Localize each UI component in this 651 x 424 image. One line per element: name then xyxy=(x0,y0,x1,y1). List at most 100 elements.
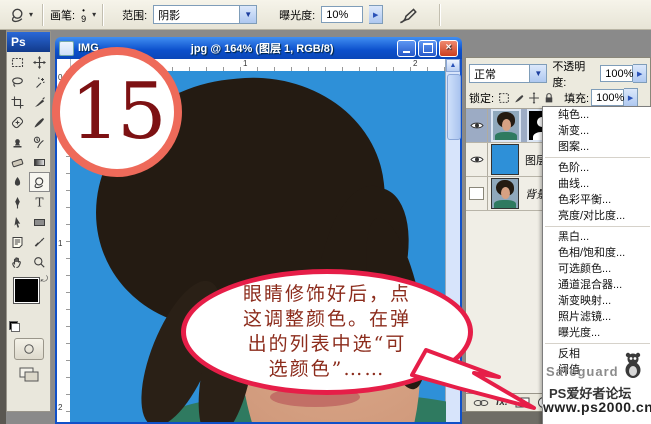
slice-icon xyxy=(33,96,46,109)
layer-thumbnail[interactable] xyxy=(491,144,519,175)
notes-tool[interactable] xyxy=(7,232,29,252)
brush-dropdown-arrow-icon[interactable]: ▾ xyxy=(92,10,96,19)
menu-item-brightness-contrast[interactable]: 亮度/对比度... xyxy=(543,208,651,224)
close-button[interactable]: × xyxy=(439,40,458,57)
default-colors-icon[interactable] xyxy=(9,321,20,332)
fill-spinner[interactable]: ▶ xyxy=(624,88,638,107)
visibility-cell[interactable] xyxy=(466,109,488,142)
path-select-tool[interactable] xyxy=(7,212,29,232)
visibility-cell[interactable] xyxy=(466,143,488,176)
menu-item-black-white[interactable]: 黑白... xyxy=(543,229,651,245)
foreground-color-swatch[interactable] xyxy=(14,278,39,303)
history-brush-tool[interactable] xyxy=(29,132,51,152)
exposure-spinner[interactable]: ▶ xyxy=(369,5,383,24)
scroll-up-icon[interactable]: ▲ xyxy=(446,59,460,72)
opacity-value: 100% xyxy=(605,68,633,80)
bubble-line: 选颜色”…… xyxy=(269,357,386,382)
default-bg xyxy=(11,323,20,332)
hand-tool[interactable] xyxy=(7,252,29,272)
blend-mode-row: 正常 ▼ 不透明度: 100% ▶ xyxy=(469,64,647,83)
fill-value: 100% xyxy=(596,92,624,104)
blend-mode-select[interactable]: 正常 ▼ xyxy=(469,64,547,83)
hand-icon xyxy=(11,256,24,269)
screen-mode-button[interactable] xyxy=(17,366,41,384)
blur-tool[interactable] xyxy=(7,172,29,192)
menu-item-color-balance[interactable]: 色彩平衡... xyxy=(543,192,651,208)
range-select[interactable]: 阴影 ▼ xyxy=(153,5,257,24)
lock-transparency-icon[interactable] xyxy=(498,92,510,104)
magic-wand-tool[interactable] xyxy=(29,72,51,92)
menu-item-selective-color[interactable]: 可选颜色... xyxy=(543,261,651,277)
thumbnail-face xyxy=(501,187,510,199)
menu-item-gradient-map[interactable]: 渐变映射... xyxy=(543,293,651,309)
tool-grid: T xyxy=(7,52,50,272)
options-bar: ▾ 画笔: • 9 ▾ 范围: 阴影 ▼ 曝光度: 10% ▶ xyxy=(0,0,651,30)
toolbox-header[interactable]: Ps xyxy=(7,32,50,52)
menu-item-exposure[interactable]: 曝光度... xyxy=(543,325,651,341)
pen-icon xyxy=(11,196,24,209)
lasso-tool[interactable] xyxy=(7,72,29,92)
burn-tool[interactable] xyxy=(29,172,51,192)
layer-thumbnail[interactable] xyxy=(491,109,521,142)
menu-item-pattern[interactable]: 图案... xyxy=(543,139,651,155)
menu-item-gradient[interactable]: 渐变... xyxy=(543,123,651,139)
menu-separator xyxy=(545,343,650,344)
opacity-input[interactable]: 100% xyxy=(600,65,633,82)
blend-mode-value: 正常 xyxy=(474,66,496,82)
exposure-value: 10% xyxy=(326,9,348,21)
move-tool[interactable] xyxy=(29,52,51,72)
layer-thumbnail[interactable] xyxy=(491,178,519,209)
marquee-tool[interactable] xyxy=(7,52,29,72)
eyedropper-tool[interactable] xyxy=(29,232,51,252)
tool-dropdown-arrow-icon: ▾ xyxy=(29,10,33,19)
blur-icon xyxy=(11,176,24,189)
healing-brush-tool[interactable] xyxy=(7,112,29,132)
burn-tool-icon xyxy=(9,7,27,23)
airbrush-icon[interactable] xyxy=(397,6,419,24)
pen-tool[interactable] xyxy=(7,192,29,212)
ruler-number: 2 xyxy=(413,59,417,68)
brush-preview[interactable]: • 9 xyxy=(81,7,86,23)
menu-item-channel-mixer[interactable]: 通道混合器... xyxy=(543,277,651,293)
shape-tool[interactable] xyxy=(29,212,51,232)
menu-separator xyxy=(545,157,650,158)
hidden-eye-checkbox[interactable] xyxy=(469,187,484,200)
visibility-cell[interactable] xyxy=(466,177,488,210)
lock-pixels-icon[interactable] xyxy=(513,92,525,104)
type-tool[interactable]: T xyxy=(29,192,51,212)
fill-label: 填充: xyxy=(564,90,589,106)
lock-all-icon[interactable] xyxy=(543,92,555,104)
combo-arrow-icon: ▼ xyxy=(529,65,546,82)
menu-item-hue-saturation[interactable]: 色相/饱和度... xyxy=(543,245,651,261)
zoom-tool[interactable] xyxy=(29,252,51,272)
swap-colors-icon[interactable]: ⤾ xyxy=(41,274,49,285)
scrollbar-thumb[interactable] xyxy=(447,74,461,140)
notes-icon xyxy=(11,236,24,249)
bubble-line: 眼睛修饰好后，点 xyxy=(243,282,411,307)
gradient-tool[interactable] xyxy=(29,152,51,172)
lock-position-icon[interactable] xyxy=(528,92,540,104)
fill-input[interactable]: 100% xyxy=(591,89,624,106)
burn-icon xyxy=(33,176,46,189)
minimize-button[interactable] xyxy=(397,40,416,57)
maximize-button[interactable] xyxy=(418,40,437,57)
opacity-label: 不透明度: xyxy=(552,58,598,90)
slice-tool[interactable] xyxy=(29,92,51,112)
opacity-spinner[interactable]: ▶ xyxy=(633,64,647,83)
crop-tool[interactable] xyxy=(7,92,29,112)
menu-item-solid-color[interactable]: 纯色... xyxy=(543,107,651,123)
brush-tool[interactable] xyxy=(29,112,51,132)
current-tool-button[interactable]: ▾ xyxy=(6,4,36,26)
combo-arrow-icon: ▼ xyxy=(239,6,256,23)
clone-stamp-tool[interactable] xyxy=(7,132,29,152)
exposure-input[interactable]: 10% xyxy=(321,6,363,23)
eraser-tool[interactable] xyxy=(7,152,29,172)
quick-mask-button[interactable] xyxy=(14,338,44,360)
ps-logo: Ps xyxy=(11,35,26,49)
menu-item-photo-filter[interactable]: 照片滤镜... xyxy=(543,309,651,325)
menu-item-curves[interactable]: 曲线... xyxy=(543,176,651,192)
magic-wand-icon xyxy=(33,76,46,89)
lasso-icon xyxy=(11,76,24,89)
color-swatches: ⤾ xyxy=(7,272,50,334)
menu-item-levels[interactable]: 色阶... xyxy=(543,160,651,176)
